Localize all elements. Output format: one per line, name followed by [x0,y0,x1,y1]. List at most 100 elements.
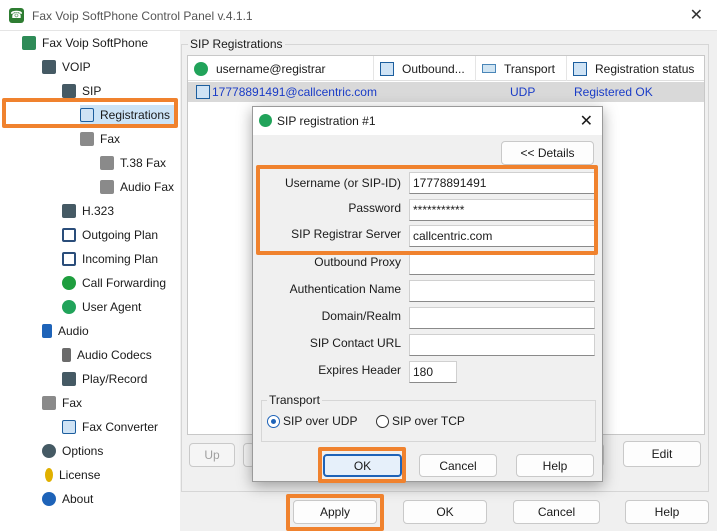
tree-item-label: SIP [82,84,102,98]
monitor-icon [573,61,587,76]
contact-url-field[interactable] [409,334,595,356]
phone-icon [22,36,36,50]
auth-name-field[interactable] [409,280,595,302]
tree-item-options[interactable]: Options [42,441,103,461]
tree-item-audio[interactable]: Audio [42,321,89,341]
cell-username: 17778891491@callcentric.com [196,82,377,102]
tree-item-label: Call Forwarding [82,276,167,290]
tree-item-play-record[interactable]: Play/Record [62,369,147,389]
speaker-icon [62,348,71,362]
monitor-icon [196,85,210,99]
tree-item-label: H.323 [82,204,115,218]
outbound-proxy-field[interactable] [409,253,595,275]
tree-item-label: Audio Codecs [77,348,152,362]
fax-icon [100,156,114,170]
column-transport[interactable]: Transport [476,56,567,81]
domain-field[interactable] [409,307,595,329]
tree-item-label: Fax Voip SoftPhone [42,36,149,50]
column-label: Outbound... [402,61,465,76]
app-phone-icon: ☎ [9,8,24,23]
dialog-ok-button[interactable]: OK [323,454,402,477]
transport-label: Transport [267,393,322,407]
voip-icon [42,60,56,74]
column-outbound[interactable]: Outbound... [374,56,476,81]
tree-item-fax[interactable]: Fax [80,129,120,149]
fax-icon [42,396,56,410]
tree-item-sip[interactable]: SIP [62,81,101,101]
navigation-tree: Fax Voip SoftPhone VOIP SIP Registration… [0,31,180,531]
column-label: Transport [504,61,555,76]
radio-unselected-icon [376,414,389,428]
domain-label: Domain/Realm [321,309,401,323]
tree-item-about[interactable]: About [42,489,93,509]
table-row[interactable]: 17778891491@callcentric.com UDP Register… [188,82,704,102]
dialog-cancel-button[interactable]: Cancel [419,454,497,477]
tree-item-h323[interactable]: H.323 [62,201,114,221]
tree-item-incoming-plan[interactable]: Incoming Plan [62,249,158,269]
edit-button[interactable]: Edit [623,441,701,467]
tree-item-license[interactable]: License [45,465,100,485]
window-title: Fax Voip SoftPhone Control Panel v.4.1.1 [32,9,253,23]
gear-icon [42,444,56,458]
tree-item-outgoing-plan[interactable]: Outgoing Plan [62,225,158,245]
tree-item-label: T.38 Fax [120,156,167,170]
title-bar: ☎ Fax Voip SoftPhone Control Panel v.4.1… [0,0,717,31]
tree-item-audio-fax[interactable]: Audio Fax [100,177,174,197]
key-icon [45,468,53,482]
user-icon [62,300,76,314]
user-icon [259,114,272,127]
tree-item-label: User Agent [82,300,142,314]
tree-item-label: Audio [58,324,89,338]
tree-item-call-forwarding[interactable]: Call Forwarding [62,273,166,293]
column-status[interactable]: Registration status [567,56,704,81]
dialog-close-button[interactable]: ✕ [580,111,593,131]
transport-icon [482,64,496,73]
dialog-help-button[interactable]: Help [516,454,594,477]
tree-item-label: Outgoing Plan [82,228,159,242]
tree-item-label: Audio Fax [120,180,175,194]
group-title: SIP Registrations [188,37,285,51]
tree-item-fax-voip-softphone[interactable]: Fax Voip SoftPhone [22,33,148,53]
footer-cancel-button[interactable]: Cancel [513,500,600,524]
monitor-icon [380,61,394,76]
tree-item-label: Options [62,444,104,458]
tree-item-label: License [59,468,101,482]
tree-item-label: About [62,492,94,506]
tree-item-registrations[interactable]: Registrations [80,105,174,125]
expires-field[interactable]: 180 [409,361,457,383]
footer-help-button[interactable]: Help [625,500,709,524]
fax-icon [80,132,94,146]
up-button[interactable]: Up [189,443,235,467]
column-label: Registration status [595,61,695,76]
apply-button[interactable]: Apply [293,500,377,524]
registrar-field[interactable]: callcentric.com [409,225,595,247]
tree-item-label: Fax Converter [82,420,159,434]
tree-item-audio-codecs[interactable]: Audio Codecs [62,345,152,365]
tree-item-label: Fax [62,396,83,410]
auth-name-label: Authentication Name [289,282,401,296]
window-close-button[interactable]: ✕ [690,5,703,25]
tree-item-label: Fax [100,132,121,146]
cell-transport: UDP [510,85,536,99]
footer-ok-button[interactable]: OK [403,500,487,524]
call-forwarding-icon [62,276,76,290]
picture-icon [62,420,76,434]
sip-icon [62,84,76,98]
details-button[interactable]: << Details [501,141,594,165]
monitor-icon [80,108,94,122]
h323-icon [62,204,76,218]
column-username[interactable]: username@registrar [188,56,374,81]
tree-item-voip[interactable]: VOIP [42,57,91,77]
tree-item-user-agent[interactable]: User Agent [62,297,141,317]
username-field[interactable]: 17778891491 [409,172,595,194]
cell-status: Registered OK [574,85,653,99]
contact-url-label: SIP Contact URL [309,336,401,350]
sip-udp-radio[interactable]: SIP over UDP [267,414,357,428]
tree-item-fax-converter[interactable]: Fax Converter [62,417,158,437]
music-note-icon [42,324,52,338]
column-label: username@registrar [216,61,326,76]
password-field[interactable]: *********** [409,199,595,221]
tree-item-fax-root[interactable]: Fax [42,393,82,413]
tree-item-t38-fax[interactable]: T.38 Fax [100,153,166,173]
sip-tcp-radio[interactable]: SIP over TCP [376,414,465,428]
